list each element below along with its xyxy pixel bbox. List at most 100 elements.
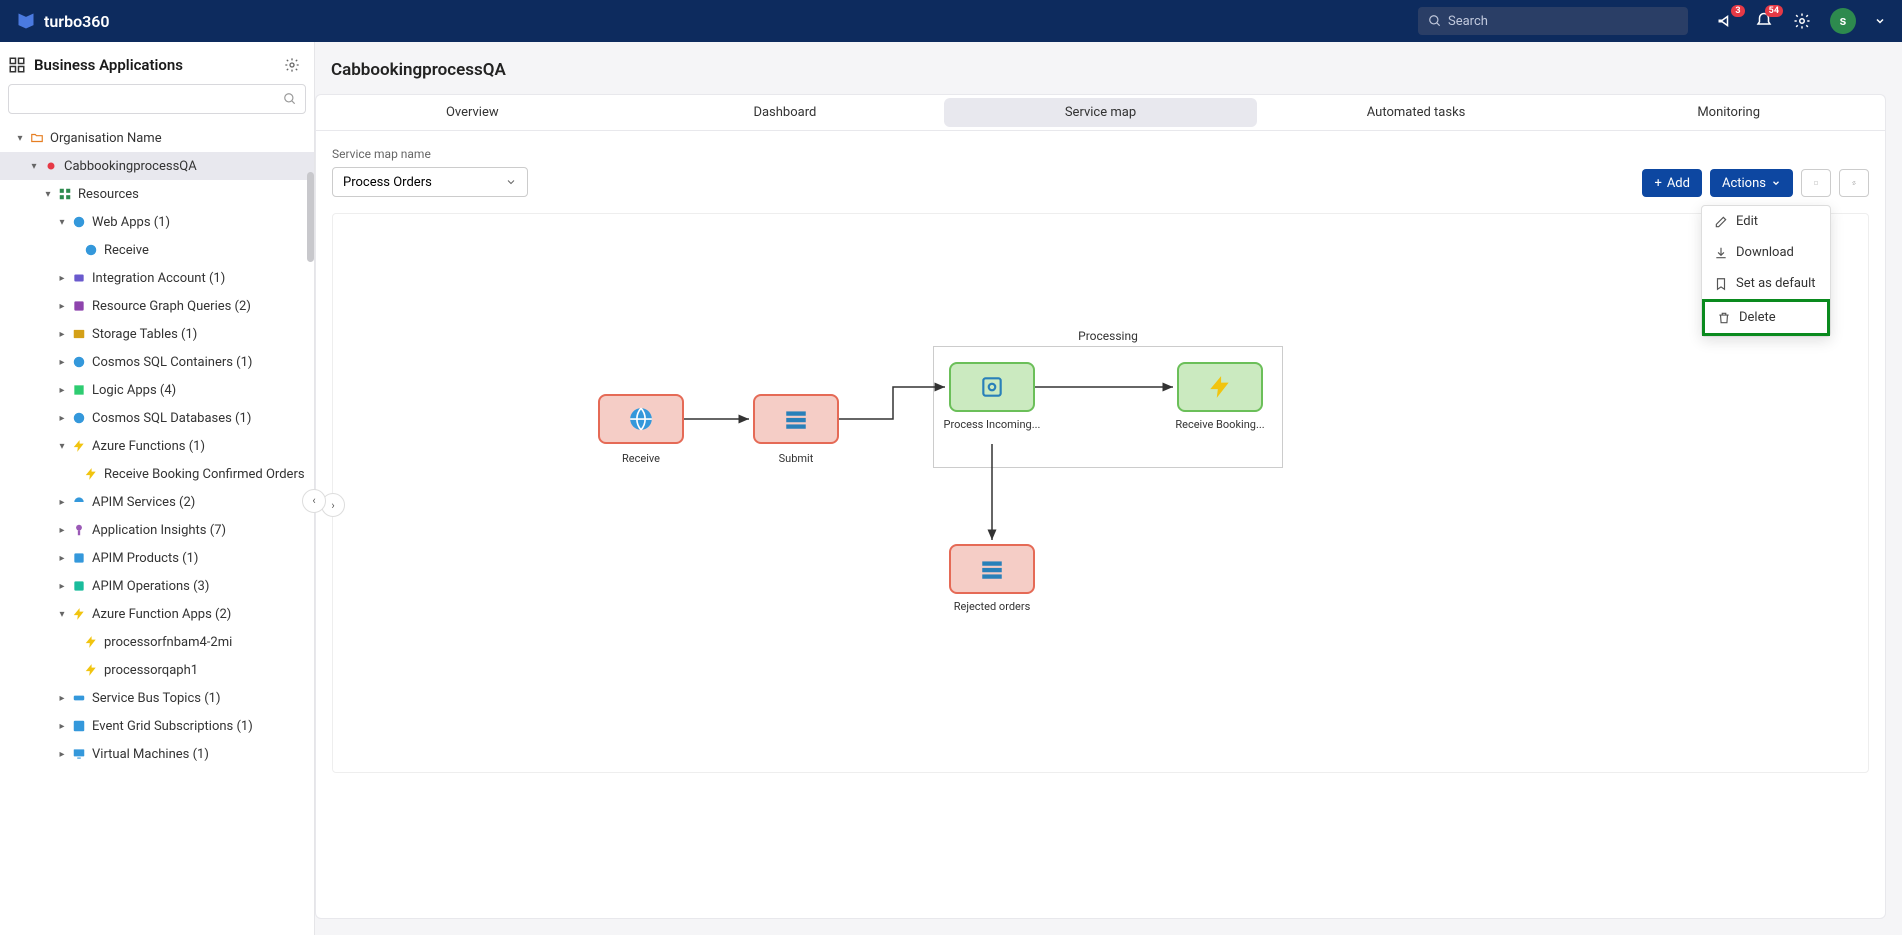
chevron-right-icon: ▸ xyxy=(56,553,68,564)
tree-cosmosdb[interactable]: ▸ Cosmos SQL Databases (1) xyxy=(0,404,314,432)
node-receive[interactable] xyxy=(598,394,684,444)
tree-receive[interactable]: Receive xyxy=(0,236,314,264)
node-receive-booking[interactable] xyxy=(1177,362,1263,412)
globe-icon xyxy=(628,406,654,432)
group-title: Processing xyxy=(933,329,1283,343)
tree-proc2[interactable]: processorqaph1 xyxy=(0,656,314,684)
node-submit[interactable] xyxy=(753,394,839,444)
product-icon xyxy=(72,551,86,565)
node-rejected-label: Rejected orders xyxy=(942,600,1042,613)
service-map-canvas[interactable]: › Processing Receive Submit Process Inco… xyxy=(332,213,1869,773)
apps-icon xyxy=(8,56,26,74)
chevron-down-icon: ▾ xyxy=(28,161,40,172)
cosmos-icon xyxy=(72,411,86,425)
status-dot-icon xyxy=(44,159,58,173)
dropdown-delete[interactable]: Delete xyxy=(1702,299,1830,336)
fullscreen-button[interactable] xyxy=(1801,169,1831,197)
tree-webapps[interactable]: ▾ Web Apps (1) xyxy=(0,208,314,236)
bookmark-icon xyxy=(1714,277,1728,291)
sidebar-title: Business Applications xyxy=(8,56,183,74)
tree-logicapps[interactable]: ▸ Logic Apps (4) xyxy=(0,376,314,404)
tree-azfnapps[interactable]: ▾ Azure Function Apps (2) xyxy=(0,600,314,628)
graph-icon xyxy=(72,299,86,313)
node-submit-label: Submit xyxy=(746,452,846,465)
node-receive-label: Receive xyxy=(591,452,691,465)
map-select[interactable]: Process Orders xyxy=(332,167,528,197)
folder-icon xyxy=(30,131,44,145)
tree-cosmoscon[interactable]: ▸ Cosmos SQL Containers (1) xyxy=(0,348,314,376)
tree-egs[interactable]: ▸ Event Grid Subscriptions (1) xyxy=(0,712,314,740)
logic-icon xyxy=(72,383,86,397)
page-title: CabbookingprocessQA xyxy=(315,42,1902,94)
tree-appins[interactable]: ▸ Application Insights (7) xyxy=(0,516,314,544)
map-select-label: Service map name xyxy=(332,147,528,161)
chevron-down-icon: ▾ xyxy=(42,189,54,200)
sidebar-search-input[interactable] xyxy=(17,92,283,107)
dropdown-default[interactable]: Set as default xyxy=(1702,268,1830,299)
tree-resources[interactable]: ▾ Resources xyxy=(0,180,314,208)
notification-icon[interactable]: 54 xyxy=(1754,11,1774,31)
chevron-down-icon: ▾ xyxy=(56,217,68,228)
chevron-right-icon: ▸ xyxy=(56,329,68,340)
content-panel: Service map name Process Orders + Add Ac… xyxy=(315,130,1886,919)
trash-icon xyxy=(1717,311,1731,325)
tree-app-selected[interactable]: ▾ CabbookingprocessQA xyxy=(0,152,314,180)
sidebar: Business Applications ▾ Organisation Nam… xyxy=(0,42,315,935)
tree-storage[interactable]: ▸ Storage Tables (1) xyxy=(0,320,314,348)
announcement-badge: 3 xyxy=(1731,5,1745,17)
search-icon xyxy=(1428,14,1442,28)
tree-apimsvc[interactable]: ▸ APIM Services (2) xyxy=(0,488,314,516)
refresh-icon xyxy=(1852,176,1856,190)
dropdown-download[interactable]: Download xyxy=(1702,237,1830,268)
apim-icon xyxy=(72,495,86,509)
node-process-incoming[interactable] xyxy=(949,362,1035,412)
app-header: turbo360 Search 3 54 s xyxy=(0,0,1902,42)
settings-icon[interactable] xyxy=(1792,11,1812,31)
tree-rbco[interactable]: Receive Booking Confirmed Orders xyxy=(0,460,314,488)
node-rejected[interactable] xyxy=(949,544,1035,594)
sidebar-search[interactable] xyxy=(8,84,306,114)
chevron-down-icon: ▾ xyxy=(14,133,26,144)
eventgrid-icon xyxy=(72,719,86,733)
chevron-right-icon: ▸ xyxy=(56,525,68,536)
tab-automated-tasks[interactable]: Automated tasks xyxy=(1260,95,1573,130)
refresh-button[interactable] xyxy=(1839,169,1869,197)
edit-icon xyxy=(1714,215,1728,229)
scrollbar[interactable] xyxy=(307,172,314,262)
tab-dashboard[interactable]: Dashboard xyxy=(629,95,942,130)
tree-azfn[interactable]: ▾ Azure Functions (1) xyxy=(0,432,314,460)
function-icon xyxy=(72,607,86,621)
tree-integration[interactable]: ▸ Integration Account (1) xyxy=(0,264,314,292)
tab-overview[interactable]: Overview xyxy=(316,95,629,130)
chevron-down-icon: ▾ xyxy=(56,609,68,620)
tab-service-map[interactable]: Service map xyxy=(944,98,1257,127)
tree-sbtopics[interactable]: ▸ Service Bus Topics (1) xyxy=(0,684,314,712)
sidebar-collapse-button[interactable]: ‹ xyxy=(302,489,326,513)
vm-icon xyxy=(72,747,86,761)
announcement-icon[interactable]: 3 xyxy=(1716,11,1736,31)
tree-apimprod[interactable]: ▸ APIM Products (1) xyxy=(0,544,314,572)
dropdown-edit[interactable]: Edit xyxy=(1702,206,1830,237)
chevron-right-icon: ▸ xyxy=(56,581,68,592)
logic-icon xyxy=(979,374,1005,400)
tree-rgq[interactable]: ▸ Resource Graph Queries (2) xyxy=(0,292,314,320)
actions-button[interactable]: Actions xyxy=(1710,169,1793,197)
tree-vms[interactable]: ▸ Virtual Machines (1) xyxy=(0,740,314,768)
chevron-right-icon: ▸ xyxy=(56,273,68,284)
actions-dropdown: Edit Download Set as default Delete xyxy=(1701,205,1831,337)
add-button[interactable]: + Add xyxy=(1642,169,1702,197)
grid-icon xyxy=(58,187,72,201)
chevron-right-icon: ▸ xyxy=(56,693,68,704)
tree-org[interactable]: ▾ Organisation Name xyxy=(0,124,314,152)
user-chevron-icon[interactable] xyxy=(1874,11,1886,31)
global-search[interactable]: Search xyxy=(1418,7,1688,35)
tree-apimops[interactable]: ▸ APIM Operations (3) xyxy=(0,572,314,600)
function-icon xyxy=(84,635,98,649)
user-avatar[interactable]: s xyxy=(1830,8,1856,34)
servicebus-icon xyxy=(72,691,86,705)
queue-icon xyxy=(979,556,1005,582)
tree-proc1[interactable]: processorfnbam4-2mi xyxy=(0,628,314,656)
node-booking-label: Receive Booking... xyxy=(1170,418,1270,431)
tab-monitoring[interactable]: Monitoring xyxy=(1572,95,1885,130)
sidebar-gear-icon[interactable] xyxy=(284,57,300,73)
